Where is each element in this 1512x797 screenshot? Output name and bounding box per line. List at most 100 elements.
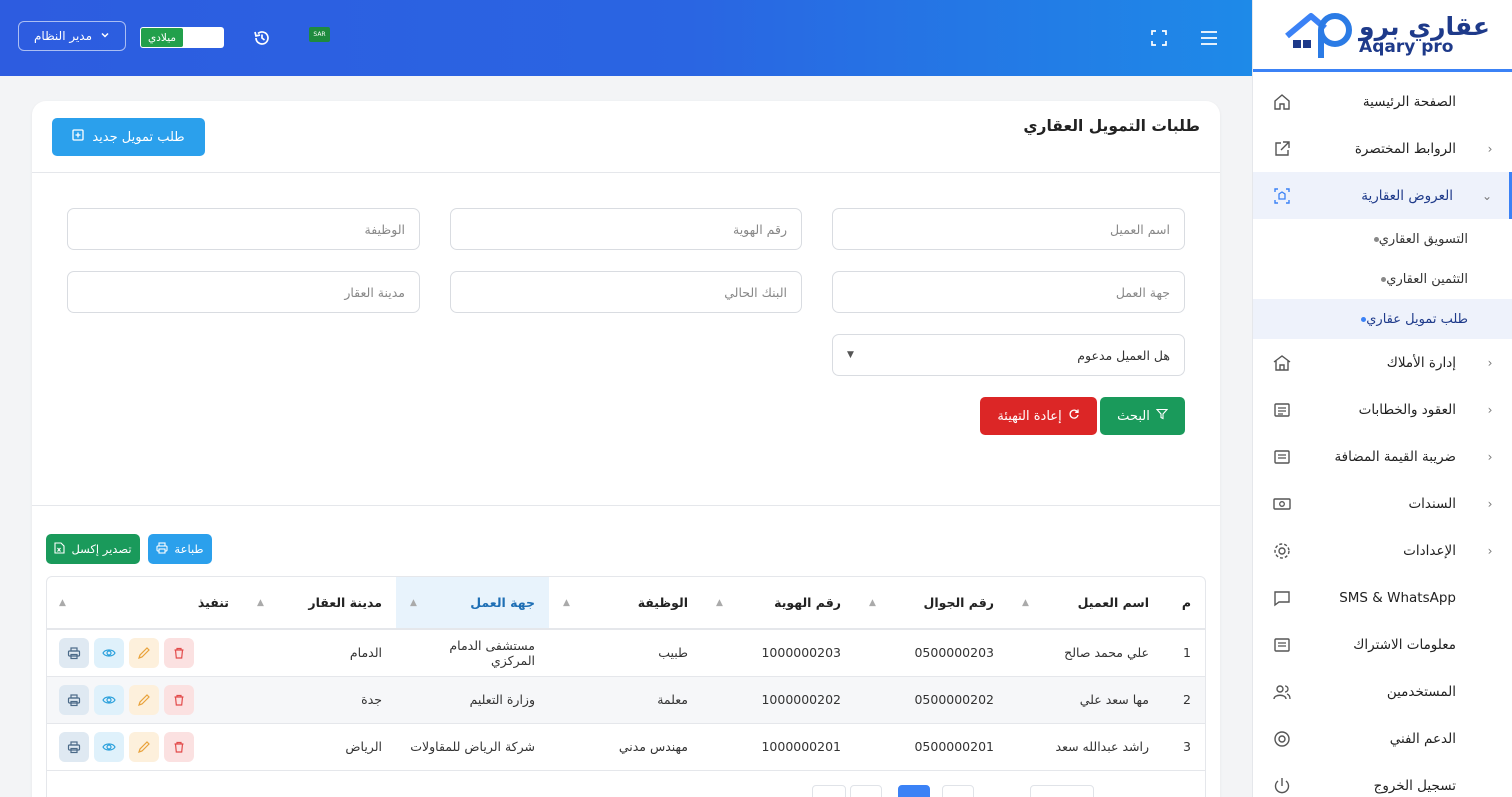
- view-row-button[interactable]: [94, 637, 124, 668]
- caret-down-icon: ▼: [847, 350, 854, 360]
- delete-row-button[interactable]: [164, 731, 194, 762]
- sidebar-item-vouchers[interactable]: ‹ السندات: [1253, 480, 1512, 527]
- print-button[interactable]: طباعة: [148, 534, 212, 564]
- cell-property-city: الرياض: [243, 723, 396, 771]
- export-excel-button[interactable]: تصدير إكسل: [46, 534, 140, 564]
- message-icon: [1269, 588, 1295, 608]
- cell-id-number: 1000000203: [702, 629, 855, 677]
- sidebar-item-settings[interactable]: ‹ الإعدادات: [1253, 527, 1512, 574]
- print-row-button[interactable]: [59, 637, 89, 668]
- sidebar-subitem-financing-request[interactable]: طلب تمويل عقاري: [1253, 299, 1512, 339]
- sidebar-item-logout[interactable]: تسجيل الخروج: [1253, 762, 1512, 797]
- chevron-down-icon: ⌄: [1481, 188, 1493, 203]
- column-header-actions[interactable]: تنفيذ ▲: [47, 577, 243, 630]
- cell-property-city: جدة: [243, 676, 396, 724]
- sidebar-item-contracts[interactable]: ‹ العقود والخطابات: [1253, 386, 1512, 433]
- page-prev-button[interactable]: [812, 785, 846, 797]
- sidebar-item-property-management[interactable]: ‹ إدارة الأملاك: [1253, 339, 1512, 386]
- view-row-button[interactable]: [94, 731, 124, 762]
- job-input[interactable]: [68, 209, 419, 249]
- table-header-row: م اسم العميل ▲ رقم الجوال ▲ رقم الهوية ▲ ال…: [47, 577, 1205, 630]
- column-header-property-city[interactable]: مدينة العقار ▲: [243, 577, 396, 630]
- cell-actions: [47, 629, 243, 677]
- current-bank-input[interactable]: [451, 272, 801, 312]
- filter-icon: [1155, 408, 1169, 424]
- menu-icon[interactable]: [1199, 29, 1219, 51]
- sidebar-item-vat[interactable]: ‹ ضريبة القيمة المضافة: [1253, 433, 1512, 480]
- new-button-label: طلب تمويل جديد: [92, 129, 185, 145]
- sidebar-subitem-marketing[interactable]: التسويق العقاري: [1253, 219, 1512, 259]
- excel-file-icon: [54, 541, 66, 557]
- sort-icon: ▲: [1022, 597, 1029, 608]
- page-first-button[interactable]: [850, 785, 882, 797]
- print-row-button[interactable]: [59, 684, 89, 715]
- sidebar-item-label: ضريبة القيمة المضافة: [1334, 448, 1456, 465]
- view-row-button[interactable]: [94, 684, 124, 715]
- sidebar-item-sms-whatsapp[interactable]: SMS & WhatsApp: [1253, 574, 1512, 621]
- client-name-field[interactable]: [832, 208, 1185, 250]
- edit-row-button[interactable]: [129, 684, 159, 715]
- column-header-client-name[interactable]: اسم العميل ▲: [1008, 577, 1163, 630]
- client-name-input[interactable]: [833, 209, 1184, 249]
- reset-button[interactable]: إعادة التهيئة: [980, 397, 1097, 435]
- column-header-no[interactable]: م: [1163, 577, 1205, 630]
- edit-row-button[interactable]: [129, 637, 159, 668]
- sidebar-item-label: الصفحة الرئيسية: [1362, 93, 1456, 110]
- history-icon[interactable]: [252, 28, 272, 52]
- fullscreen-icon[interactable]: [1150, 29, 1168, 51]
- edit-row-button[interactable]: [129, 731, 159, 762]
- sort-icon: ▲: [410, 597, 417, 608]
- external-link-icon: [1269, 139, 1295, 159]
- property-city-input[interactable]: [68, 272, 419, 312]
- sidebar-item-home[interactable]: الصفحة الرئيسية: [1253, 78, 1512, 125]
- new-financing-request-button[interactable]: طلب تمويل جديد: [52, 118, 205, 156]
- employer-input[interactable]: [833, 272, 1184, 312]
- sidebar-item-shortcuts[interactable]: ‹ الروابط المختصرة: [1253, 125, 1512, 172]
- cell-property-city: الدمام: [243, 629, 396, 677]
- sidebar-item-users[interactable]: المستخدمين: [1253, 668, 1512, 715]
- job-field[interactable]: [67, 208, 420, 250]
- saudi-flag-icon[interactable]: SAR: [309, 27, 330, 42]
- employer-field[interactable]: [832, 271, 1185, 313]
- sidebar-item-subscription[interactable]: معلومات الاشتراك: [1253, 621, 1512, 668]
- cell-no: 3: [1163, 723, 1205, 771]
- top-header: مدير النظام ميلادي SAR: [0, 0, 1252, 76]
- list-icon: [1269, 635, 1295, 655]
- admin-dropdown-button[interactable]: مدير النظام: [18, 21, 126, 51]
- sidebar-item-label: إدارة الأملاك: [1386, 354, 1456, 371]
- flag-text: SAR: [313, 31, 326, 38]
- cell-employer: مستشفى الدمام المركزي: [396, 629, 549, 677]
- id-number-field[interactable]: [450, 208, 802, 250]
- supported-client-select[interactable]: هل العميل مدعوم ▼: [832, 334, 1185, 376]
- page-next-button[interactable]: [942, 785, 974, 797]
- cell-job: معلمة: [549, 676, 702, 724]
- sidebar-item-label: السندات: [1408, 495, 1456, 512]
- delete-row-button[interactable]: [164, 684, 194, 715]
- current-bank-field[interactable]: [450, 271, 802, 313]
- cell-employer: وزارة التعليم: [396, 676, 549, 724]
- card-header: طلبات التمويل العقاري طلب تمويل جديد: [32, 101, 1220, 173]
- cell-no: 2: [1163, 676, 1205, 724]
- page-button-current[interactable]: [898, 785, 930, 797]
- column-header-employer[interactable]: جهة العمل ▲: [396, 577, 549, 630]
- home-icon: [1269, 92, 1295, 112]
- calendar-toggle[interactable]: ميلادي: [140, 27, 224, 48]
- column-header-job[interactable]: الوظيفة ▲: [549, 577, 702, 630]
- property-city-field[interactable]: [67, 271, 420, 313]
- sidebar-item-support[interactable]: الدعم الفني: [1253, 715, 1512, 762]
- page-size-select[interactable]: [1030, 785, 1094, 797]
- sidebar-item-property-offers[interactable]: ⌄ العروض العقارية: [1253, 172, 1512, 219]
- logo[interactable]: عقاري برو Aqary pro: [1253, 0, 1512, 72]
- column-header-id-number[interactable]: رقم الهوية ▲: [702, 577, 855, 630]
- column-header-mobile[interactable]: رقم الجوال ▲: [855, 577, 1008, 630]
- id-number-input[interactable]: [451, 209, 801, 249]
- sidebar-subitem-valuation[interactable]: التثمين العقاري: [1253, 259, 1512, 299]
- supported-select-value: هل العميل مدعوم: [1077, 347, 1170, 363]
- column-header-label: جهة العمل: [470, 595, 535, 610]
- cell-mobile: 0500000201: [855, 723, 1008, 771]
- search-button[interactable]: البحث: [1100, 397, 1185, 435]
- sidebar-item-label: الإعدادات: [1403, 542, 1456, 559]
- delete-row-button[interactable]: [164, 637, 194, 668]
- print-row-button[interactable]: [59, 731, 89, 762]
- column-header-label: مدينة العقار: [308, 595, 382, 610]
